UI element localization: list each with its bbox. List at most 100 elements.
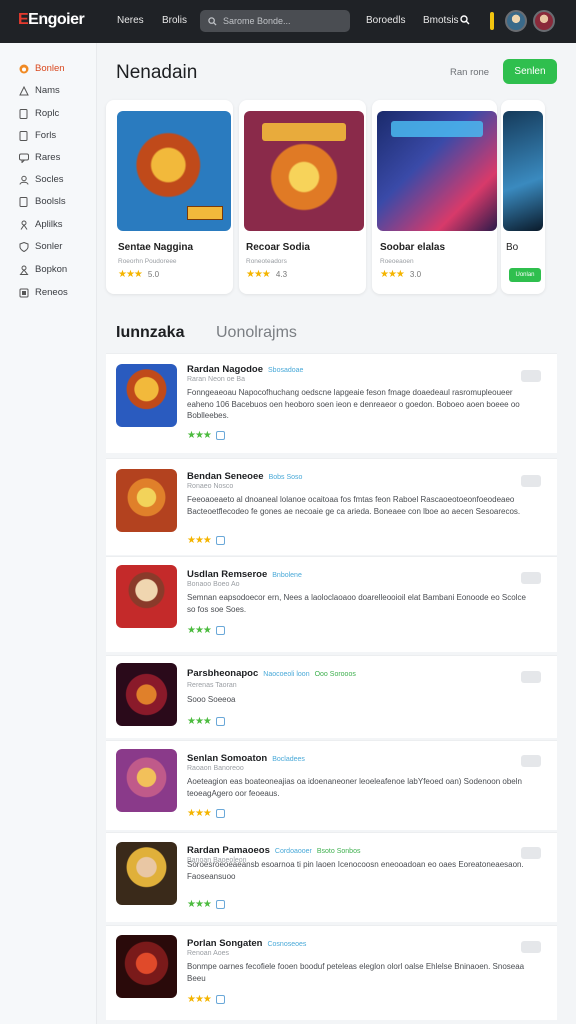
game-art [244,111,364,231]
item-rating: ★★★ [187,899,225,910]
sidebar-item-label: Nams [35,85,60,96]
brand-logo[interactable]: EEngoier [18,11,85,29]
tab-inactive[interactable]: Uonolrajms [216,324,297,342]
sidebar-item-2[interactable]: Nams [18,85,60,96]
badge-icon [215,995,225,1004]
item-tag: Naocoeoli loon [263,671,310,678]
sidebar-item-label: Rares [35,152,61,163]
get-button[interactable]: Uonlan [509,268,541,282]
card-rating: ★★★ 5.0 [118,269,159,280]
item-tag-secondary: Bsoto Sonbos [316,848,361,855]
sidebar-item-label: Boolsls [35,196,66,207]
card-title: Sentae Naggina [118,242,194,253]
item-description: Semnan eapsodoecor ern, Nees a laoloclao… [187,593,526,614]
item-rating: ★★★ [187,808,225,819]
star-icon: ★★★ [187,899,212,910]
item-title-text: Parsbheonapoc [187,668,259,679]
featured-card[interactable]: Recoar Sodia Roneoteadors ★★★ 4.3 [239,100,366,294]
featured-card[interactable]: Sentae Naggina Roeorhn Poudoreee ★★★ 5.0 [106,100,233,294]
item-rating: ★★★ [187,625,225,636]
item-action-button[interactable] [521,941,541,953]
game-icon [116,935,177,998]
item-title: Rardan Pamaoeos Cordoaooer Bsoto Sonbos [187,845,360,856]
game-art [503,111,543,231]
sidebar-item-label: Aplilks [35,219,63,230]
item-action-button[interactable] [521,572,541,584]
doc-icon [18,108,29,119]
item-rating: ★★★ [187,716,225,727]
tab-active[interactable]: Iunnzaka [116,324,184,342]
sidebar-item-7[interactable]: Boolsls [18,196,66,207]
item-title-text: Rardan Pamaoeos [187,845,270,856]
item-action-button[interactable] [521,671,541,683]
search-icon[interactable] [460,15,470,25]
star-icon: ★★★ [187,716,212,727]
sidebar-item-11[interactable]: Reneos [18,287,68,298]
star-icon: ★★★ [380,269,405,280]
nav-link-4[interactable]: Bmotsis [423,15,459,26]
sidebar-item-1[interactable]: Bonlen [18,63,65,74]
sidebar-item-label: Socles [35,174,64,185]
sidebar-item-label: Roplc [35,108,60,119]
item-tag: Bnbolene [272,572,302,579]
person-icon [18,219,29,230]
game-icon [116,842,177,905]
avatar[interactable] [505,10,527,32]
search-input[interactable]: Sarome Bonde... [200,10,350,32]
sidebar-item-9[interactable]: Sonler [18,241,62,252]
game-art [117,111,231,231]
see-more-link[interactable]: Ran rone [450,67,489,78]
list-item[interactable]: Usdlan Remseroe Bnbolene Bonaoo Boeo Ao S… [106,556,557,652]
rating-value: 3.0 [409,270,422,279]
featured-card[interactable]: Soobar elalas Roeoeaoen ★★★ 3.0 [372,100,497,294]
sidebar-item-10[interactable]: Bopkon [18,264,67,275]
star-icon: ★★★ [187,994,212,1005]
sidebar-item-4[interactable]: Forls [18,130,56,141]
list-item[interactable]: Rardan Nagodoe Sbosadoae Raran Neon oe Ba… [106,353,557,453]
list-item[interactable]: Senlan Somoaton Bocladees Raoaon Banoreoo… [106,740,557,830]
list-item[interactable]: Porlan Songaten Cosnoseoes Renoan Aoes Bo… [106,925,557,1020]
sidebar-item-8[interactable]: Aplilks [18,219,62,230]
item-title: Porlan Songaten Cosnoseoes [187,938,306,949]
sidebar-item-label: Bopkon [35,264,68,275]
item-subtitle: Rerenas Taoran [187,682,237,689]
page-title: Nenadain [116,62,198,83]
list-item[interactable]: Rardan Pamaoeos Cordoaooer Bsoto Sonbos Ba… [106,832,557,922]
item-subtitle: Ronaeo Nosco [187,483,234,490]
person-icon [18,264,29,275]
sidebar-item-5[interactable]: Rares [18,152,60,163]
list-item[interactable]: Bendan Seneoee Bobs Soso Ronaeo Nosco Fee… [106,458,557,555]
star-icon: ★★★ [246,269,271,280]
item-title: Senlan Somoaton Bocladees [187,753,305,764]
item-rating: ★★★ [187,994,225,1005]
sidebar-item-6[interactable]: Socles [18,174,64,185]
nav-link-3[interactable]: Boroedls [366,15,405,26]
nav-link-2[interactable]: Brolis [162,15,187,26]
sidebar-item-3[interactable]: Roplc [18,108,59,119]
item-tag: Sbosadoae [268,367,304,374]
game-icon [116,469,177,532]
rating-value: 4.3 [275,270,288,279]
game-icon [116,663,177,726]
item-action-button[interactable] [521,755,541,767]
item-action-button[interactable] [521,475,541,487]
top-navigation-bar: EEngoier Neres Brolis Sarome Bonde... Bo… [0,0,576,43]
user-icon [18,174,29,185]
badge-icon [215,626,225,635]
primary-button[interactable]: Senlen [503,59,557,84]
item-description: Soroesroeoeaeansb esoarnoa ti pin laoen … [187,860,524,881]
featured-card[interactable]: Bo Uonlan [501,100,545,294]
star-icon: ★★★ [118,269,143,280]
item-title-text: Rardan Nagodoe [187,364,264,375]
item-subtitle: Raoaon Banoreoo [187,765,244,772]
item-action-button[interactable] [521,370,541,382]
avatar[interactable] [533,10,555,32]
item-title: Bendan Seneoee Bobs Soso [187,471,302,482]
item-action-button[interactable] [521,847,541,859]
badge-icon [215,536,225,545]
sidebar-item-label: Bonlen [35,63,65,74]
nav-link-1[interactable]: Neres [117,15,144,26]
item-description: Aoeteagion eas boateoneajias oa idoenane… [187,777,522,798]
sidebar-item-label: Sonler [35,241,63,252]
list-item[interactable]: Parsbheonapoc Naocoeoli loon Ooo Sorooos R… [106,655,557,738]
